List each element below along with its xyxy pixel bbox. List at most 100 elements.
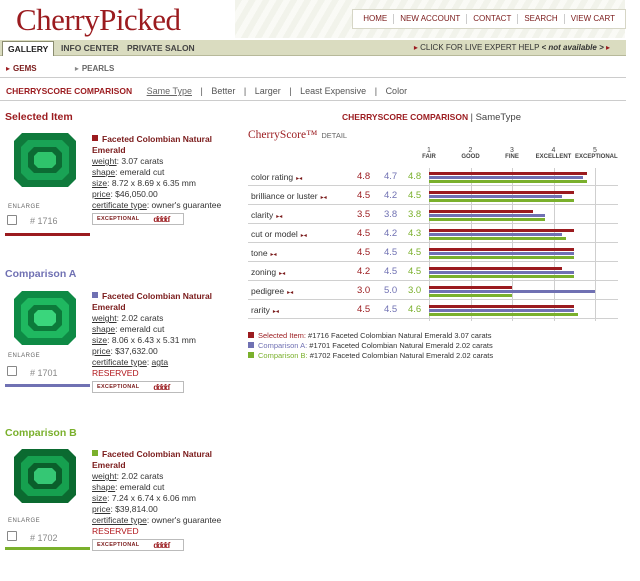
score-bar (429, 210, 533, 213)
score-value: 4.5 (408, 266, 422, 277)
main-tab-bar: GALLERY INFO CENTER PRIVATE SALON ▸ CLIC… (0, 40, 626, 56)
score-category-link[interactable]: pedigree ▸◂ (251, 286, 293, 296)
chart-legend: Selected Item: #1716 Faceted Colombian N… (248, 331, 493, 361)
cherries-icon: ɗɗɗɗ (153, 214, 170, 224)
tab-private-salon[interactable]: PRIVATE SALON (122, 41, 200, 56)
price-label[interactable]: price (92, 189, 110, 199)
compare-checkbox[interactable] (7, 531, 17, 541)
weight-value: 2.02 carats (121, 313, 164, 323)
weight-value: 2.02 carats (121, 471, 164, 481)
score-value: 4.8 (357, 171, 371, 182)
score-category-label: rarity (251, 305, 270, 315)
weight-label[interactable]: weight (92, 313, 117, 323)
certificate-label[interactable]: certificate type (92, 515, 147, 525)
score-category-link[interactable]: color rating ▸◂ (251, 172, 302, 182)
score-bar (429, 191, 575, 194)
gem-thumbnail[interactable] (12, 289, 78, 347)
item-id: # 1716 (30, 216, 58, 226)
score-category-link[interactable]: rarity ▸◂ (251, 305, 279, 315)
score-value: 4.5 (408, 190, 422, 201)
score-value: 3.8 (408, 209, 422, 220)
size-label[interactable]: size (92, 493, 107, 503)
score-category-link[interactable]: clarity ▸◂ (251, 210, 282, 220)
option-same-type[interactable]: Same Type (147, 86, 192, 96)
color-swatch (92, 292, 98, 298)
score-panel-title: CHERRYSCORE COMPARISON | SameType (342, 112, 521, 123)
nav-contact-link[interactable]: CONTACT (466, 14, 517, 24)
score-row: brilliance or luster ▸◂ 4.5 4.2 4.5 (248, 187, 618, 205)
score-value: 3.8 (384, 209, 398, 220)
emerald-image (14, 133, 76, 187)
reserved-status: RESERVED (92, 368, 139, 378)
size-label[interactable]: size (92, 335, 107, 345)
enlarge-link[interactable]: ENLARGE (8, 518, 40, 524)
site-header: CherryPicked HOME NEW ACCOUNT CONTACT SE… (0, 0, 640, 40)
expand-arrows-icon: ▸◂ (279, 271, 286, 277)
shape-label[interactable]: shape (92, 482, 115, 492)
gem-thumbnail[interactable] (12, 131, 78, 189)
weight-label[interactable]: weight (92, 156, 117, 166)
enlarge-link[interactable]: ENLARGE (8, 204, 40, 210)
compare-checkbox[interactable] (7, 366, 17, 376)
size-label[interactable]: size (92, 178, 107, 188)
option-better[interactable]: Better (211, 86, 235, 96)
item-name[interactable]: Faceted Colombian Natural Emerald (92, 449, 212, 470)
score-bar (429, 195, 562, 198)
item-name[interactable]: Faceted Colombian Natural Emerald (92, 291, 212, 312)
scale-tick-word: EXCELLENT (535, 154, 572, 160)
gem-thumbnail[interactable] (12, 447, 78, 505)
score-panel-title-main: CHERRYSCORE COMPARISON (342, 112, 469, 122)
nav-home-link[interactable]: HOME (357, 14, 393, 24)
item-id: # 1702 (30, 533, 58, 543)
compare-checkbox[interactable] (7, 215, 17, 225)
option-larger[interactable]: Larger (255, 86, 281, 96)
nav-view-cart-link[interactable]: VIEW CART (563, 14, 621, 24)
score-value: 3.5 (357, 209, 371, 220)
weight-label[interactable]: weight (92, 471, 117, 481)
badge-label: EXCEPTIONAL (97, 215, 140, 222)
certificate-label[interactable]: certificate type (92, 200, 147, 210)
score-category-link[interactable]: zoning ▸◂ (251, 267, 285, 277)
score-category-link[interactable]: cut or model ▸◂ (251, 229, 307, 239)
comparison-b-heading: Comparison B (5, 427, 77, 439)
score-bar (429, 309, 575, 312)
cherries-icon: ɗɗɗɗ (153, 382, 170, 392)
option-color[interactable]: Color (386, 86, 408, 96)
scale-tick-number: 4 (551, 147, 556, 154)
top-nav: HOME NEW ACCOUNT CONTACT SEARCH VIEW CAR… (352, 9, 626, 29)
score-row: tone ▸◂ 4.5 4.5 4.5 (248, 244, 618, 262)
score-bar (429, 313, 579, 316)
tab-gallery[interactable]: GALLERY (2, 41, 55, 56)
shape-value: emerald cut (119, 324, 165, 334)
score-bar (429, 252, 575, 255)
item-name[interactable]: Faceted Colombian Natural Emerald (92, 134, 212, 155)
score-category-label: brilliance or luster (251, 191, 318, 201)
comparison-a-heading: Comparison A (5, 268, 77, 280)
option-least-expensive[interactable]: Least Expensive (300, 86, 366, 96)
score-category-label: cut or model (251, 229, 298, 239)
shape-label[interactable]: shape (92, 167, 115, 177)
enlarge-link[interactable]: ENLARGE (8, 353, 40, 359)
certificate-label[interactable]: certificate type (92, 357, 147, 367)
subnav-pearls[interactable]: ▸ PEARLS (75, 64, 132, 73)
score-value: 4.5 (384, 247, 398, 258)
item-detail: Faceted Colombian Natural Emerald weight… (92, 449, 237, 551)
certificate-value[interactable]: agta (152, 357, 169, 367)
price-label[interactable]: price (92, 346, 110, 356)
nav-new-account-link[interactable]: NEW ACCOUNT (393, 14, 466, 24)
score-bar (429, 180, 587, 183)
nav-search-link[interactable]: SEARCH (517, 14, 563, 24)
live-expert-help[interactable]: ▸ CLICK FOR LIVE EXPERT HELP < not avail… (414, 43, 610, 52)
shape-value: emerald cut (119, 167, 165, 177)
expert-help-label: CLICK FOR LIVE EXPERT HELP (420, 43, 540, 52)
site-logo[interactable]: CherryPicked (16, 2, 181, 38)
tab-info-center[interactable]: INFO CENTER (56, 41, 124, 56)
score-category-link[interactable]: tone ▸◂ (251, 248, 277, 258)
score-category-label: tone (251, 248, 268, 258)
shape-label[interactable]: shape (92, 324, 115, 334)
subnav-gems[interactable]: ▸ GEMS (6, 64, 55, 73)
score-category-link[interactable]: brilliance or luster ▸◂ (251, 191, 327, 201)
price-label[interactable]: price (92, 504, 110, 514)
score-bar (429, 305, 575, 308)
score-bar (429, 172, 587, 175)
